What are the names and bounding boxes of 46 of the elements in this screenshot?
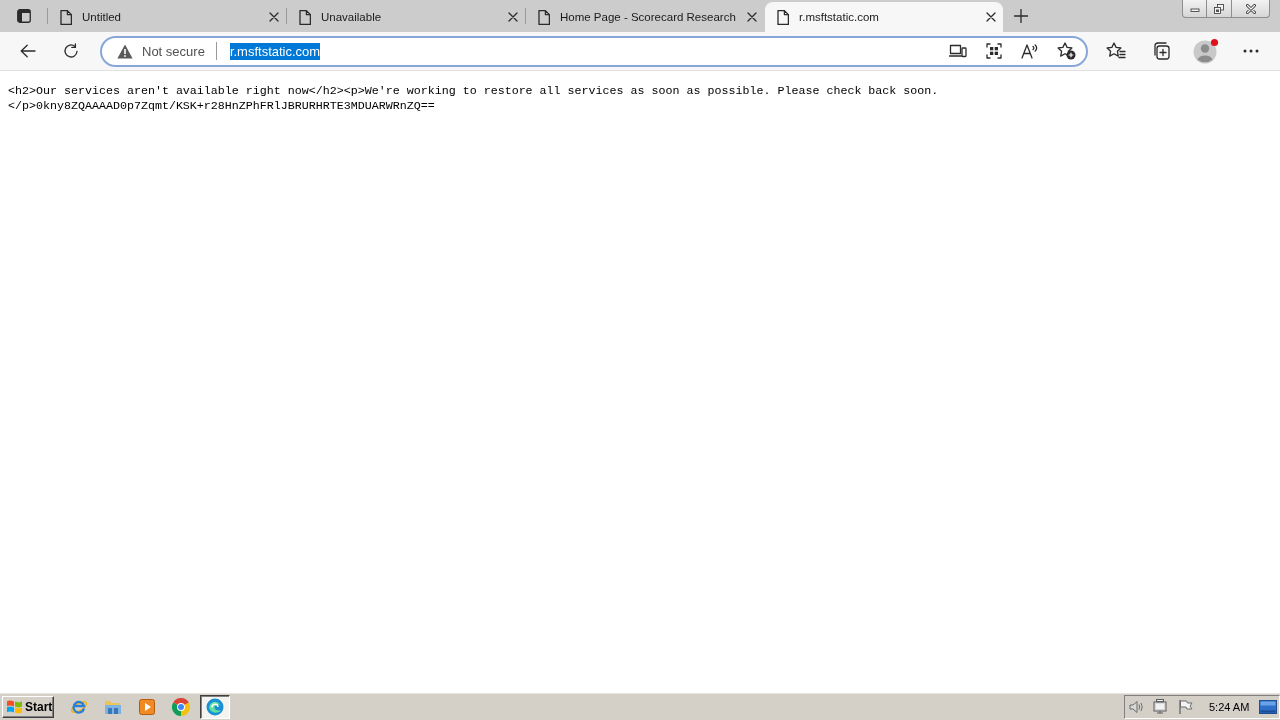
warning-icon xyxy=(117,43,133,59)
wave-circle-icon xyxy=(206,697,224,716)
more-icon xyxy=(1243,49,1259,53)
speaker-icon xyxy=(1128,698,1144,715)
page-source-text: <h2>Our services aren't available right now</h2><p>We're working to restore all services as soon as possible. Please check back soon. </p>0kny8ZQAAAAD0p7Zqmt/KSK+r28HnZPhFRlJBRURHRTE3MDUARWRnZQ== xyxy=(8,84,940,114)
taskbar-button[interactable] xyxy=(200,694,230,719)
close-icon xyxy=(269,12,279,22)
network-icon xyxy=(1153,698,1169,715)
back-icon xyxy=(20,44,36,58)
tab[interactable]: r.msftstatic.com xyxy=(765,2,1003,32)
flag-icon xyxy=(1178,698,1194,715)
page-icon xyxy=(299,9,311,25)
close-icon xyxy=(1245,3,1256,14)
grid-icon xyxy=(986,43,1002,59)
collections-icon xyxy=(1152,42,1170,60)
tricolor-circle-icon xyxy=(172,697,190,716)
tab[interactable]: Untitled xyxy=(48,2,286,32)
page-icon xyxy=(60,9,72,25)
address-bar[interactable]: Not secure r.msftstatic.com xyxy=(100,35,1088,67)
devices-icon xyxy=(949,44,967,58)
page-icon xyxy=(777,9,789,25)
restore-icon xyxy=(1214,3,1224,14)
url-text[interactable]: r.msftstatic.com xyxy=(229,42,321,60)
restore-button[interactable] xyxy=(1207,0,1232,18)
close-icon xyxy=(986,12,996,22)
show-desktop-icon xyxy=(1259,699,1277,714)
refresh-icon xyxy=(63,43,79,59)
minimize-button[interactable] xyxy=(1182,0,1207,18)
tab[interactable]: Home Page - Scorecard Research xyxy=(526,2,764,32)
close-icon xyxy=(747,12,757,22)
avatar-icon xyxy=(1193,38,1219,64)
security-label[interactable]: Not secure xyxy=(142,43,205,59)
clock[interactable]: 5:24 AM xyxy=(1209,700,1250,713)
close-window-button[interactable] xyxy=(1232,0,1270,18)
tab[interactable]: Unavailable xyxy=(287,2,525,32)
tab-actions-icon xyxy=(17,9,31,23)
play-icon xyxy=(139,698,155,715)
read-aloud-icon xyxy=(1021,43,1039,59)
star-plus-icon xyxy=(1056,42,1076,60)
windows-flag-icon xyxy=(6,699,23,714)
favorites-icon xyxy=(1106,42,1126,60)
folder-icon xyxy=(104,698,122,715)
plus-icon xyxy=(1014,9,1028,23)
page-icon xyxy=(538,9,550,25)
close-icon xyxy=(508,12,518,22)
start-button[interactable]: Start xyxy=(2,695,54,718)
